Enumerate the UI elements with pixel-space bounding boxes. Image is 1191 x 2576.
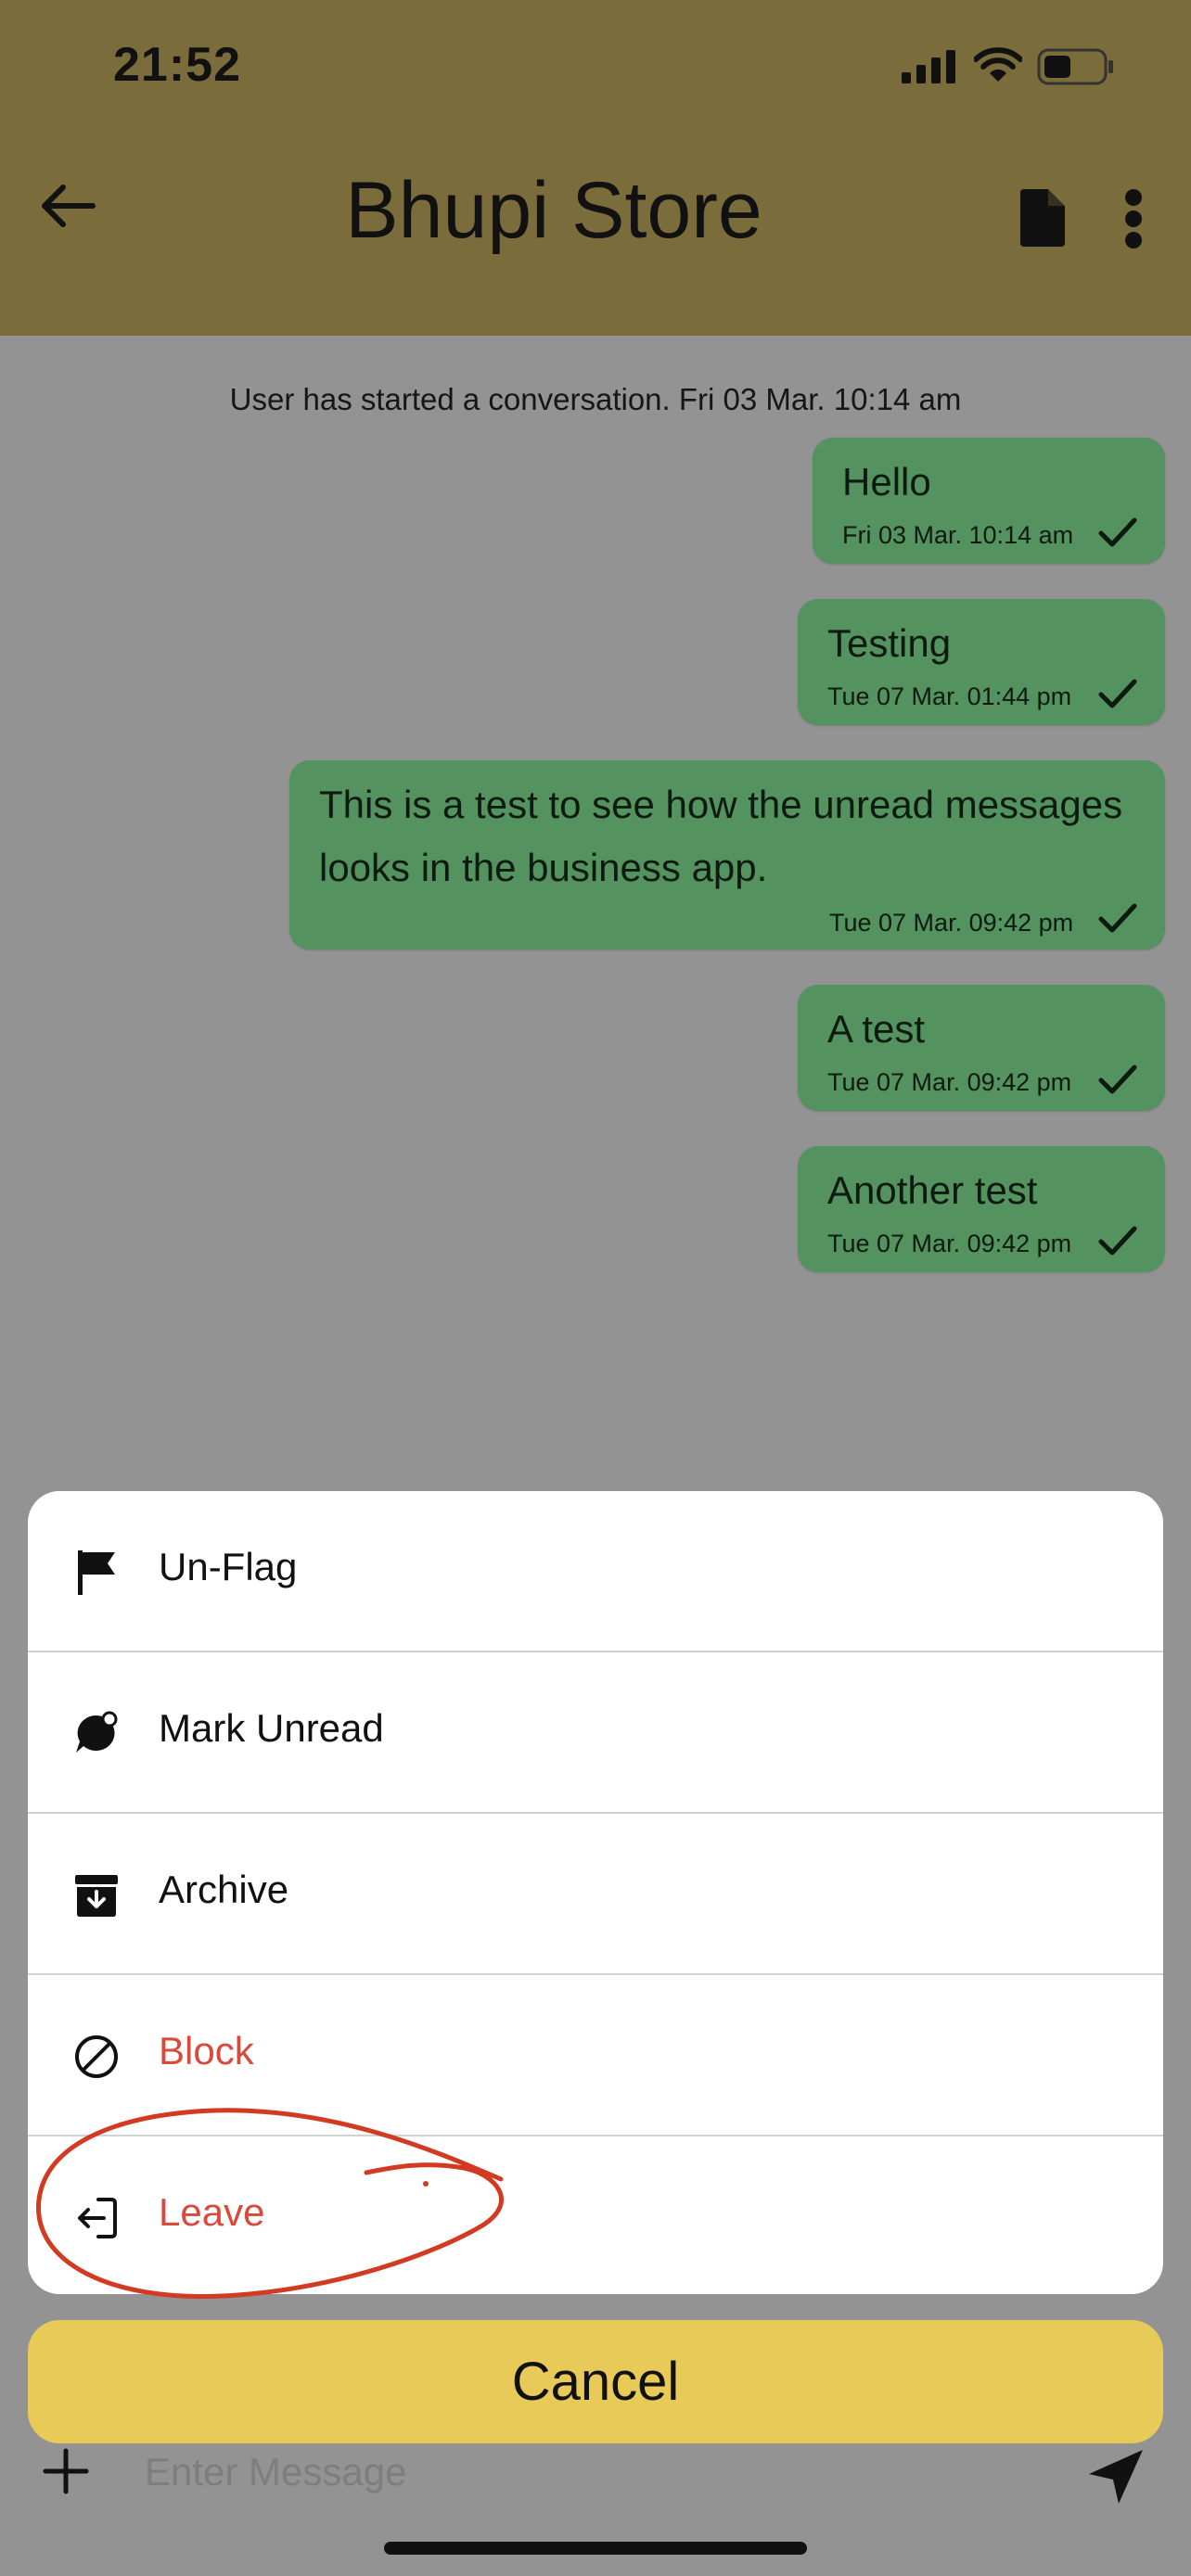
archive-box-icon (75, 1875, 118, 1917)
message-time: Tue 07 Mar. 09:42 pm (829, 909, 1074, 937)
leave-label: Leave (159, 2190, 265, 2234)
message-time: Fri 03 Mar. 10:14 am (842, 521, 1074, 549)
page-title: Bhupi Store (345, 166, 762, 255)
block-icon (75, 2035, 118, 2078)
message-bubble[interactable]: Hello Fri 03 Mar. 10:14 am (813, 438, 1165, 564)
leave-option[interactable]: Leave (28, 2136, 1163, 2294)
action-sheet: Un-Flag Mark Unread Archive Block Leave (28, 1491, 1163, 2294)
battery-icon (1037, 48, 1113, 85)
message-text: Hello (842, 460, 931, 504)
message-text: Testing (827, 621, 952, 665)
message-text-line: This is a test to see how the unread mes… (319, 783, 1123, 826)
more-options-icon[interactable] (1122, 189, 1145, 249)
message-bubble[interactable]: This is a test to see how the unread mes… (289, 760, 1165, 950)
home-indicator (384, 2542, 807, 2555)
cellular-signal-icon (902, 50, 955, 83)
send-icon[interactable] (1085, 2446, 1146, 2507)
block-label: Block (159, 2029, 254, 2072)
conversation-started-note: User has started a conversation. Fri 03 … (229, 382, 962, 416)
archive-label: Archive (159, 1868, 289, 1911)
message-bubble[interactable]: Testing Tue 07 Mar. 01:44 pm (798, 599, 1165, 725)
message-bubble[interactable]: A test Tue 07 Mar. 09:42 pm (798, 985, 1165, 1111)
archive-option[interactable]: Archive (28, 1814, 1163, 1975)
message-text: A test (827, 1007, 926, 1051)
message-time: Tue 07 Mar. 09:42 pm (827, 1068, 1072, 1096)
mark-unread-option[interactable]: Mark Unread (28, 1652, 1163, 1814)
chat-bubble-dot-icon (76, 1711, 118, 1753)
sent-check-icon (1098, 1226, 1137, 1256)
sent-check-icon (1098, 1065, 1137, 1094)
mark-unread-label: Mark Unread (159, 1706, 384, 1750)
flag-icon (78, 1550, 115, 1595)
sent-check-icon (1098, 517, 1137, 547)
wifi-icon (974, 47, 1022, 82)
message-bubble[interactable]: Another test Tue 07 Mar. 09:42 pm (798, 1146, 1165, 1272)
unflag-option[interactable]: Un-Flag (28, 1491, 1163, 1652)
message-input[interactable]: Enter Message (145, 2450, 406, 2494)
message-text-line: looks in the business app. (319, 846, 768, 889)
document-icon[interactable] (1020, 189, 1065, 247)
message-time: Tue 07 Mar. 09:42 pm (827, 1230, 1072, 1257)
sent-check-icon (1098, 679, 1137, 708)
message-time: Tue 07 Mar. 01:44 pm (827, 682, 1072, 710)
add-attachment-icon[interactable] (43, 2448, 89, 2494)
block-option[interactable]: Block (28, 1975, 1163, 2136)
sent-check-icon (1098, 903, 1137, 933)
cancel-button[interactable]: Cancel (28, 2320, 1163, 2443)
status-time: 21:52 (113, 38, 241, 92)
exit-icon (78, 2198, 117, 2238)
unflag-label: Un-Flag (159, 1545, 298, 1588)
message-text: Another test (827, 1168, 1038, 1212)
